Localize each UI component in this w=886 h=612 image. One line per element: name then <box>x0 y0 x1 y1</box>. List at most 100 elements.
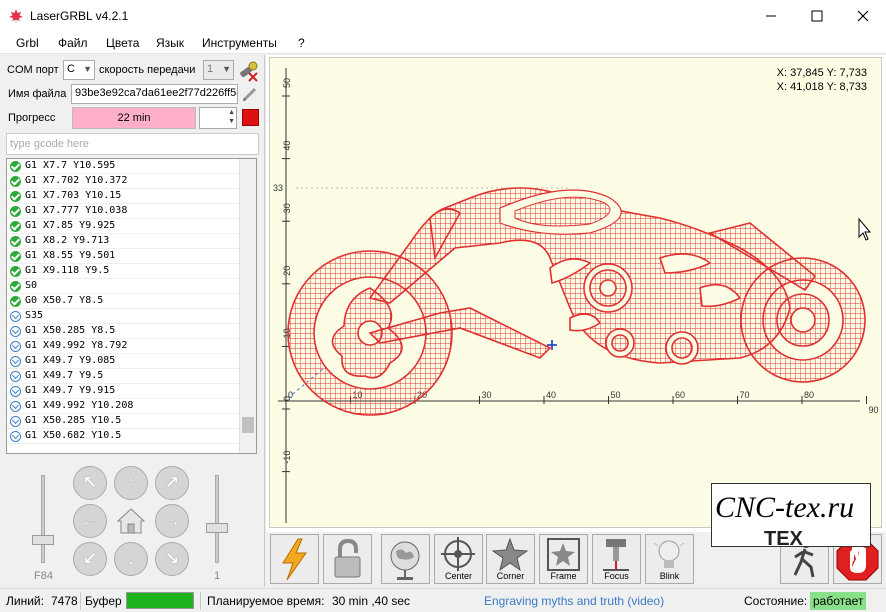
maximize-button[interactable] <box>794 0 840 32</box>
step-slider-track[interactable] <box>215 475 219 563</box>
jog-up-button[interactable]: ↑ <box>114 466 148 500</box>
unlock-button[interactable] <box>323 534 372 584</box>
gcode-line[interactable]: G1 X49.992 Y8.792 <box>7 339 256 354</box>
menu-grbl[interactable]: Grbl <box>16 36 39 50</box>
gcode-line[interactable]: G1 X7.7 Y10.595 <box>7 159 256 174</box>
step-slider-thumb[interactable] <box>206 523 228 533</box>
corner-button-label: Corner <box>496 571 525 581</box>
gcode-line[interactable]: G1 X9.118 Y9.5 <box>7 264 256 279</box>
info-link[interactable]: Engraving myths and truth (video) <box>484 594 664 608</box>
x-tick-label: 30 <box>482 390 492 400</box>
progress-label: Прогресс <box>8 112 56 124</box>
menu-help[interactable]: ? <box>298 36 305 50</box>
pending-chevron-icon <box>10 341 21 352</box>
center-button[interactable]: Center <box>434 534 483 584</box>
gcode-command-input[interactable]: type gcode here <box>6 133 259 155</box>
gcode-list[interactable]: G1 X7.7 Y10.595 G1 X7.702 Y10.372 G1 X7.70… <box>6 158 257 454</box>
baud-rate-select[interactable]: 1 ▼ <box>203 60 234 80</box>
gcode-line[interactable]: G1 X49.7 Y9.5 <box>7 369 256 384</box>
feed-slider-track[interactable] <box>41 475 45 563</box>
menu-tools[interactable]: Инструменты <box>202 36 277 50</box>
gcode-line[interactable]: G1 X7.777 Y10.038 <box>7 204 256 219</box>
feed-slider-thumb[interactable] <box>32 535 54 545</box>
estimated-time-label: Планируемое время: <box>207 594 325 608</box>
jog-up-left-button[interactable]: ↖ <box>73 466 107 500</box>
blink-button[interactable]: Blink <box>645 534 694 584</box>
gcode-line[interactable]: G1 X8.55 Y9.501 <box>7 249 256 264</box>
gcode-line[interactable]: G1 X49.992 Y10.208 <box>7 399 256 414</box>
gcode-line[interactable]: G0 X50.7 Y8.5 <box>7 294 256 309</box>
gcode-line[interactable]: G1 X50.285 Y8.5 <box>7 324 256 339</box>
jog-up-right-button[interactable]: ↗ <box>155 466 189 500</box>
gcode-line-text: G1 X49.7 Y9.915 <box>25 385 116 396</box>
y-tick-label: 50 <box>282 78 292 88</box>
jog-down-right-button[interactable]: ↘ <box>155 542 189 576</box>
focus-button-label: Focus <box>604 571 629 581</box>
gcode-line[interactable]: G1 X8.2 Y9.713 <box>7 234 256 249</box>
preview-canvas[interactable]: 0102030405060708090 50403020100-10 33 <box>269 57 882 528</box>
gcode-line[interactable]: G1 X50.682 Y10.5 <box>7 429 256 444</box>
gcode-line[interactable]: G1 X50.285 Y10.5 <box>7 414 256 429</box>
jog-home-button[interactable] <box>114 504 148 538</box>
frame-button[interactable]: Frame <box>539 534 588 584</box>
arrow-left-icon: ← <box>81 511 99 530</box>
gcode-line-text: G1 X49.7 Y9.5 <box>25 370 104 381</box>
title-bar: LaserGRBL v4.2.1 <box>0 0 886 32</box>
x-tick-label: 40 <box>546 390 556 400</box>
file-name-field[interactable]: 93be3e92ca7da61ee2f77d226ff58 <box>71 84 238 104</box>
menu-colors[interactable]: Цвета <box>106 36 139 50</box>
gcode-line[interactable]: G1 X7.703 Y10.15 <box>7 189 256 204</box>
gcode-line-text: G1 X8.55 Y9.501 <box>25 250 116 261</box>
com-port-select[interactable]: C ▼ <box>63 60 95 80</box>
gcode-list-scrollbar[interactable] <box>239 159 256 453</box>
focus-icon <box>603 539 629 571</box>
cursor-coordinates: X: 37,845 Y: 7,733 <box>776 67 867 79</box>
globe-button[interactable] <box>381 534 430 584</box>
watermark-site: CNC-tex.ru <box>715 491 855 524</box>
run-button[interactable] <box>270 534 319 584</box>
preview-area: 0102030405060708090 50403020100-10 33 <box>266 55 886 532</box>
lines-label: Линий: <box>6 594 44 608</box>
abort-button[interactable] <box>242 109 259 126</box>
focus-button[interactable]: Focus <box>592 534 641 584</box>
menu-file[interactable]: Файл <box>58 36 88 50</box>
repeat-count-stepper[interactable]: ▲ ▼ <box>199 107 237 129</box>
gcode-line[interactable]: S0 <box>7 279 256 294</box>
arrow-up-left-icon: ↖ <box>82 473 98 492</box>
pending-chevron-icon <box>10 401 21 412</box>
gcode-line[interactable]: S35 <box>7 309 256 324</box>
scrollbar-thumb[interactable] <box>242 417 254 433</box>
separator <box>200 592 201 610</box>
y-tick-label: 30 <box>282 203 292 213</box>
gcode-line[interactable]: G1 X7.702 Y10.372 <box>7 174 256 189</box>
open-file-icon[interactable] <box>241 85 259 103</box>
menu-language[interactable]: Язык <box>156 36 184 50</box>
gcode-line-text: G1 X49.7 Y9.085 <box>25 355 116 366</box>
close-button[interactable] <box>840 0 886 32</box>
gcode-line-text: G0 X50.7 Y8.5 <box>25 295 104 306</box>
file-name-label: Имя файла <box>8 88 67 100</box>
check-circle-icon <box>10 251 21 262</box>
x-tick-label: 50 <box>611 390 621 400</box>
gcode-line-text: G1 X7.85 Y9.925 <box>25 220 116 231</box>
connect-icon[interactable] <box>237 60 259 82</box>
gcode-line-text: G1 X7.777 Y10.038 <box>25 205 128 216</box>
gcode-line-text: G1 X9.118 Y9.5 <box>25 265 110 276</box>
gcode-line[interactable]: G1 X49.7 Y9.915 <box>7 384 256 399</box>
jog-down-left-button[interactable]: ↙ <box>73 542 107 576</box>
jog-down-button[interactable]: ↓ <box>114 542 148 576</box>
jog-left-button[interactable]: ← <box>73 504 107 538</box>
jog-right-button[interactable]: → <box>155 504 189 538</box>
y-axis-ticks: 50403020100-10 <box>282 78 292 473</box>
blink-button-label: Blink <box>659 571 680 581</box>
gcode-line[interactable]: G1 X7.85 Y9.925 <box>7 219 256 234</box>
gcode-line-text: G1 X7.702 Y10.372 <box>25 175 128 186</box>
minimize-icon <box>766 15 776 17</box>
corner-button[interactable]: Corner <box>486 534 535 584</box>
y-tick-label: -10 <box>282 451 292 464</box>
step-value-label: 1 <box>214 570 221 582</box>
laser-coordinates: X: 41,018 Y: 8,733 <box>776 81 867 93</box>
watermark: CNC-tex.ru TEX <box>711 483 871 548</box>
minimize-button[interactable] <box>748 0 794 32</box>
gcode-line[interactable]: G1 X49.7 Y9.085 <box>7 354 256 369</box>
